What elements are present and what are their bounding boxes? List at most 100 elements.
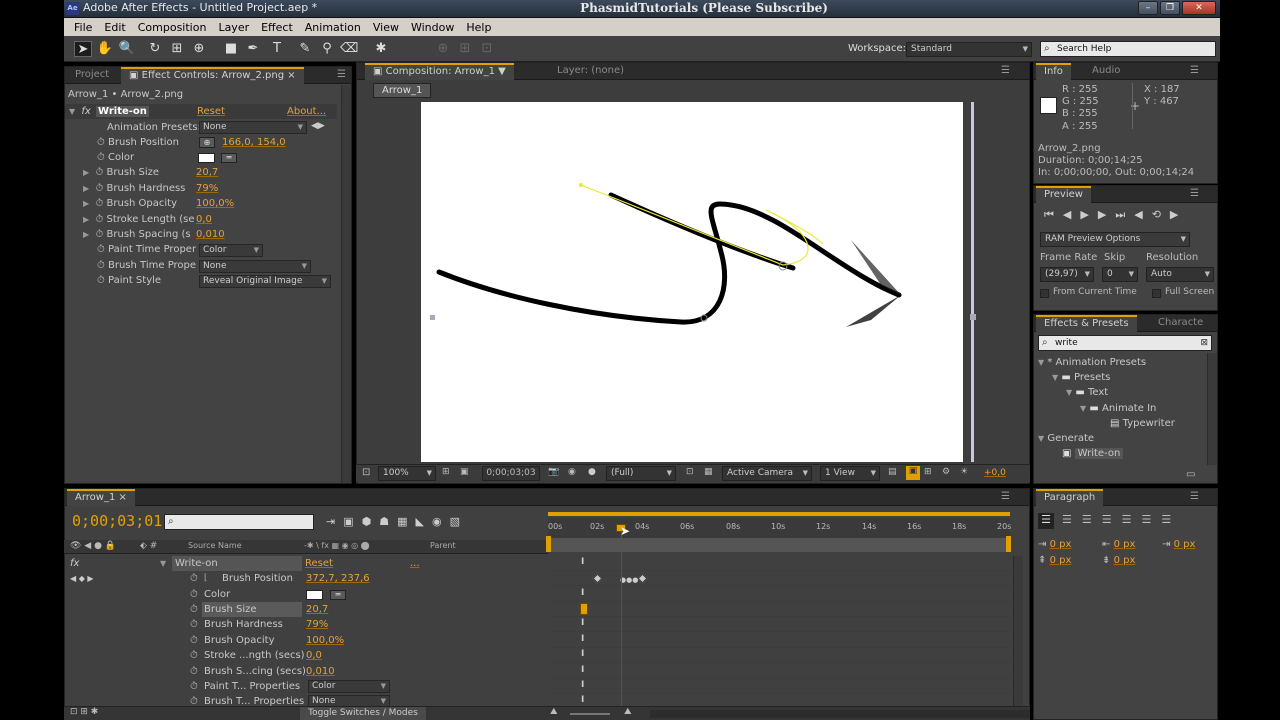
fx-icon[interactable]: fx <box>81 106 90 117</box>
row-value[interactable]: 100,0% <box>306 633 344 648</box>
tab-character[interactable]: Characte <box>1150 315 1211 332</box>
tree-text[interactable]: ▼ ▬ Text <box>1066 385 1108 400</box>
first-frame-icon[interactable]: ⏮ <box>1044 208 1063 221</box>
camera-select[interactable]: Active Camera <box>722 466 812 481</box>
row-value[interactable]: 20,7 <box>306 602 328 617</box>
tab-close-icon[interactable]: × <box>115 492 127 503</box>
tab-layer[interactable]: Layer: (none) <box>549 63 632 80</box>
tree-animation-presets[interactable]: ▼ * Animation Presets <box>1038 355 1146 370</box>
timeline-row-brush-spacing[interactable]: ⏱ Brush S...cing (secs) 0,010 <box>64 664 548 679</box>
reset-link[interactable]: Reset <box>197 104 225 119</box>
workspace-select[interactable]: Standard <box>906 42 1032 57</box>
paint-time-select[interactable]: Color <box>199 244 263 257</box>
timeline-search-input[interactable]: ⌕ <box>164 514 314 530</box>
paint-time-select[interactable]: Color <box>308 680 390 693</box>
tree-typewriter[interactable]: ▤ Typewriter <box>1110 416 1175 431</box>
graph-icon[interactable]: ⌊ <box>204 571 208 586</box>
work-area-start-handle[interactable] <box>546 536 551 552</box>
tree-write-on[interactable]: ▣ Write-on <box>1062 446 1124 461</box>
motion-blur-icon[interactable]: ◣ <box>416 515 432 528</box>
timeline-row-paint-time[interactable]: ⏱ Paint T... Properties Color <box>64 679 548 694</box>
effect-name[interactable]: Write-on <box>172 556 302 571</box>
frame-rate-select[interactable]: (29,97) <box>1040 267 1094 282</box>
menu-edit[interactable]: Edit <box>98 21 131 34</box>
pan-behind-tool-icon[interactable]: ⊕ <box>190 41 208 57</box>
expand-triangle-icon[interactable]: ▼ <box>160 556 166 571</box>
effect-row-write-on[interactable]: fx ▼ Write-on Reset ... <box>64 556 548 571</box>
channel-icon[interactable]: ● <box>588 467 596 477</box>
panel-menu-icon[interactable]: ☰ <box>337 69 346 80</box>
tab-dropdown-icon[interactable]: ▼ <box>495 66 506 77</box>
ram-preview-icon[interactable]: ▶ <box>1170 208 1187 221</box>
stopwatch-icon[interactable]: ⏱ <box>97 152 105 163</box>
crosshair-icon[interactable]: ⊕ <box>199 137 215 148</box>
track-row[interactable] <box>548 617 1010 632</box>
toggle-switches-modes-button[interactable]: Toggle Switches / Modes <box>300 707 426 720</box>
timeline-scrollbar[interactable] <box>1013 556 1023 706</box>
transparency-grid-icon[interactable]: ▦ <box>704 467 713 477</box>
maximize-icon[interactable]: ❐ <box>1160 1 1180 15</box>
expand-triangle-icon[interactable]: ▶ <box>83 230 89 239</box>
eyedropper-icon[interactable]: ═ <box>330 590 346 600</box>
about-link[interactable]: About... <box>287 104 326 119</box>
expand-triangle-icon[interactable]: ▶ <box>83 168 89 177</box>
graph-editor-icon[interactable]: ▧ <box>450 515 468 528</box>
play-icon[interactable]: ▶ <box>1080 208 1097 221</box>
rectangle-tool-icon[interactable]: ■ <box>222 41 240 57</box>
menu-composition[interactable]: Composition <box>132 21 213 34</box>
menu-animation[interactable]: Animation <box>299 21 367 34</box>
row-value[interactable]: 0,0 <box>306 648 322 663</box>
minimize-icon[interactable]: – <box>1138 1 1158 15</box>
ec-brush-position-value[interactable]: 166,0, 154,0 <box>222 135 286 150</box>
live-update-icon[interactable]: ▣ <box>343 515 361 528</box>
tab-timeline-arrow-1[interactable]: Arrow_1 × <box>67 489 135 506</box>
selection-tool-icon[interactable]: ➤ <box>74 41 92 57</box>
expand-triangle-icon[interactable]: ▶ <box>83 215 89 224</box>
timeline-row-brush-hardness[interactable]: ⏱ Brush Hardness 79% <box>64 617 548 632</box>
tab-audio[interactable]: Audio <box>1084 63 1128 80</box>
menu-window[interactable]: Window <box>405 21 460 34</box>
expand-triangle-icon[interactable]: ▶ <box>83 199 89 208</box>
stopwatch-icon[interactable]: ⏱ <box>190 664 198 679</box>
row-value[interactable]: 0,010 <box>306 664 335 679</box>
next-frame-icon[interactable]: ▶ <box>1098 208 1115 221</box>
grid-guides-icon[interactable]: ⊞ <box>442 467 450 477</box>
effects-search-input[interactable]: ⌕ write ⊠ <box>1038 335 1212 351</box>
comp-mini-flowchart-icon[interactable]: ⇥ <box>326 515 343 528</box>
axis-mode-icon[interactable]: ⊕ <box>434 41 452 57</box>
always-preview-icon[interactable]: ⊡ <box>362 467 370 478</box>
playhead-line[interactable] <box>621 530 622 706</box>
expand-triangle-icon[interactable]: ▼ <box>69 107 75 116</box>
stopwatch-icon[interactable]: ⏱ <box>96 229 104 240</box>
color-swatch[interactable] <box>306 590 323 600</box>
align-right-icon[interactable]: ☰ <box>1082 513 1102 526</box>
comp-navigator-button[interactable]: Arrow_1 <box>373 83 432 98</box>
menu-help[interactable]: Help <box>460 21 497 34</box>
preview-resolution-select[interactable]: Auto <box>1146 267 1214 282</box>
tab-project[interactable]: Project <box>67 67 117 84</box>
panel-menu-icon[interactable]: ☰ <box>1190 491 1199 502</box>
stopwatch-active-icon[interactable]: ⏱ <box>190 571 198 586</box>
toggle-pixel-aspect-icon[interactable]: ▤ <box>888 467 897 477</box>
camera-tool-icon[interactable]: ⊞ <box>168 41 186 57</box>
puppet-tool-icon[interactable]: ✱ <box>372 41 390 57</box>
stopwatch-icon[interactable]: ⏱ <box>190 648 198 663</box>
text-tool-icon[interactable]: T <box>268 41 286 57</box>
track-row[interactable] <box>548 633 1010 648</box>
animation-presets-select[interactable]: None <box>199 121 307 134</box>
ec-stroke-length-value[interactable]: 0,0 <box>196 212 212 227</box>
effect-name[interactable]: Write-on <box>95 106 149 117</box>
eraser-tool-icon[interactable]: ⌫ <box>340 41 358 57</box>
stopwatch-icon[interactable]: ⏱ <box>97 275 105 286</box>
zoom-in-icon[interactable]: ⛰ <box>624 707 632 717</box>
tree-animate-in[interactable]: ▼ ▬ Animate In <box>1080 401 1156 416</box>
time-navigator-bar[interactable] <box>548 512 1010 516</box>
keyframe-cluster[interactable]: ●●● <box>620 576 638 584</box>
from-current-checkbox[interactable] <box>1040 289 1049 298</box>
expand-triangle-icon[interactable]: ▶ <box>83 184 89 193</box>
align-left-icon[interactable]: ☰ <box>1038 513 1054 529</box>
effect-controls-scrollbar[interactable] <box>341 85 351 483</box>
exposure-icon[interactable]: ☀ <box>960 467 968 477</box>
timeline-row-stroke-length[interactable]: ⏱ Stroke ...ngth (secs) 0,0 <box>64 648 548 663</box>
menu-effect[interactable]: Effect <box>255 21 299 34</box>
